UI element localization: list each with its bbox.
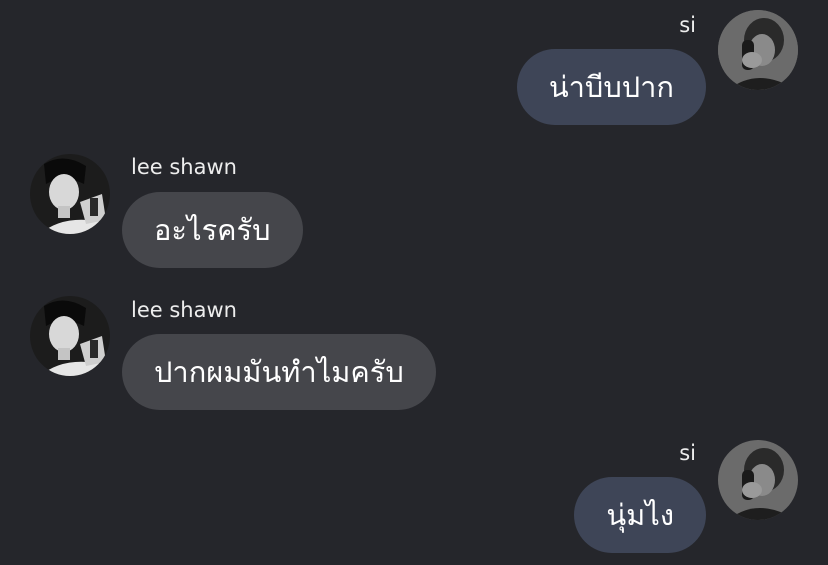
message-bubble[interactable]: นุ่มไง — [574, 477, 706, 553]
avatar-lee-shawn[interactable] — [30, 154, 110, 234]
sender-name: lee shawn — [131, 155, 237, 179]
avatar-si[interactable] — [718, 10, 798, 90]
profile-photo-icon — [30, 296, 110, 376]
profile-photo-icon — [718, 10, 798, 90]
profile-photo-icon — [718, 440, 798, 520]
message-bubble[interactable]: อะไรครับ — [122, 192, 303, 268]
sender-name: si — [679, 441, 696, 465]
sender-name: lee shawn — [131, 298, 237, 322]
avatar-si[interactable] — [718, 440, 798, 520]
sender-name: si — [679, 13, 696, 37]
chat-thread: si น่าบีบปาก lee shawn อะไรครับ lee shaw… — [0, 0, 828, 565]
profile-photo-icon — [30, 154, 110, 234]
avatar-lee-shawn[interactable] — [30, 296, 110, 376]
message-bubble[interactable]: ปากผมมันทำไมครับ — [122, 334, 436, 410]
message-bubble[interactable]: น่าบีบปาก — [516, 49, 706, 125]
